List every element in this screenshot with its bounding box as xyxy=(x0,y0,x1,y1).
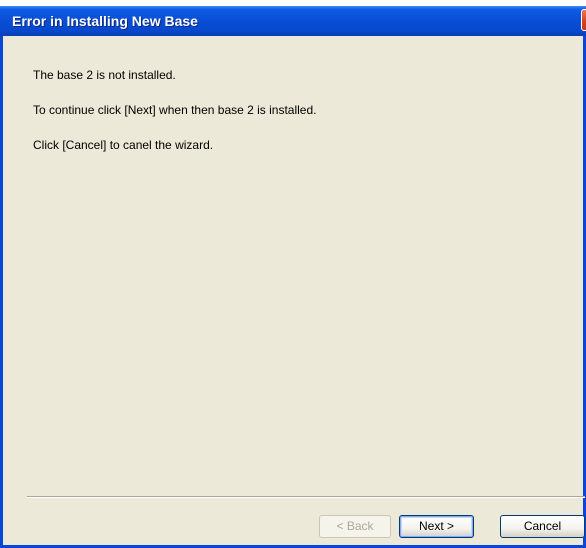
wizard-window: Error in Installing New Base The base 2 … xyxy=(0,0,586,548)
cancel-button[interactable]: Cancel xyxy=(500,515,585,538)
message-line: To continue click [Next] when then base … xyxy=(33,103,317,117)
next-button[interactable]: Next > xyxy=(399,515,474,538)
close-button[interactable] xyxy=(581,9,586,31)
back-button[interactable]: < Back xyxy=(319,515,391,538)
message-line: Click [Cancel] to canel the wizard. xyxy=(33,138,214,152)
message-area: The base 2 is not installed. To continue… xyxy=(33,68,317,173)
message-line: The base 2 is not installed. xyxy=(33,68,176,82)
button-separator xyxy=(27,496,585,498)
window-title: Error in Installing New Base xyxy=(12,13,198,29)
background-window-edge xyxy=(0,0,586,6)
title-bar[interactable]: Error in Installing New Base xyxy=(0,6,586,36)
